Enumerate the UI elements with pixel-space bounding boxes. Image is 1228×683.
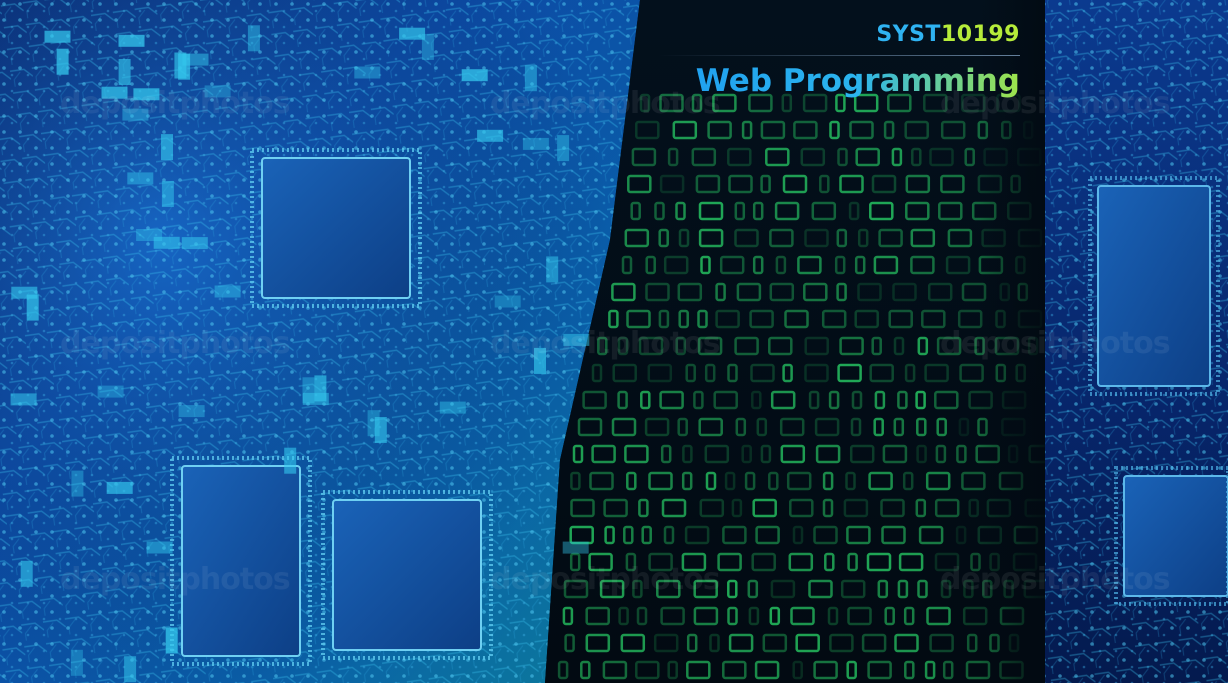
resistor-component bbox=[562, 541, 589, 554]
resistor-component bbox=[161, 134, 173, 161]
course-code-number: 10199 bbox=[940, 22, 1020, 47]
resistor-component bbox=[20, 560, 33, 587]
resistor-component bbox=[284, 447, 297, 474]
integrated-circuit-chip-icon bbox=[1088, 176, 1220, 396]
left-circuit-board bbox=[0, 0, 640, 683]
resistor-component bbox=[477, 129, 504, 142]
background-illustration bbox=[0, 0, 1228, 683]
resistor-component bbox=[181, 237, 208, 250]
resistor-component bbox=[534, 347, 546, 374]
resistor-component bbox=[118, 34, 145, 47]
resistor-component bbox=[11, 286, 38, 299]
resistor-component bbox=[204, 85, 231, 98]
resistor-component bbox=[439, 401, 466, 414]
resistor-component bbox=[70, 649, 83, 676]
integrated-circuit-chip-icon bbox=[321, 490, 493, 660]
resistor-component bbox=[302, 392, 329, 405]
integrated-circuit-chip-icon bbox=[1114, 466, 1228, 606]
title-divider bbox=[658, 55, 1020, 56]
integrated-circuit-chip-icon bbox=[250, 148, 422, 308]
slide-title-block: SYST10199 Web Programming bbox=[658, 22, 1020, 98]
integrated-circuit-chip-icon bbox=[170, 456, 312, 666]
resistor-component bbox=[557, 135, 570, 162]
resistor-component bbox=[71, 470, 84, 497]
resistor-component bbox=[161, 181, 174, 207]
resistor-component bbox=[524, 65, 537, 92]
resistor-component bbox=[354, 66, 381, 79]
resistor-component bbox=[165, 627, 178, 654]
resistor-component bbox=[367, 410, 380, 437]
resistor-component bbox=[118, 59, 131, 85]
resistor-component bbox=[546, 256, 559, 283]
resistor-component bbox=[563, 333, 590, 346]
resistor-component bbox=[461, 69, 488, 82]
resistor-component bbox=[214, 285, 241, 298]
resistor-component bbox=[133, 88, 160, 101]
resistor-component bbox=[97, 385, 124, 398]
resistor-component bbox=[56, 48, 69, 75]
resistor-component bbox=[101, 86, 128, 99]
resistor-component bbox=[127, 172, 154, 185]
resistor-component bbox=[146, 541, 173, 554]
resistor-component bbox=[10, 393, 37, 406]
slide-canvas: depositphotos depositphotos depositphoto… bbox=[0, 0, 1228, 683]
course-title: Web Programming bbox=[658, 64, 1020, 98]
resistor-component bbox=[124, 656, 137, 683]
resistor-component bbox=[494, 295, 521, 308]
resistor-component bbox=[399, 27, 426, 40]
resistor-component bbox=[122, 108, 149, 121]
course-code-prefix: SYST bbox=[876, 22, 941, 47]
resistor-component bbox=[153, 236, 180, 249]
resistor-component bbox=[44, 30, 71, 43]
resistor-component bbox=[178, 405, 205, 418]
course-code: SYST10199 bbox=[658, 22, 1020, 47]
resistor-component bbox=[182, 53, 209, 66]
resistor-component bbox=[247, 25, 260, 52]
resistor-component bbox=[106, 481, 133, 494]
resistor-component bbox=[522, 137, 549, 150]
